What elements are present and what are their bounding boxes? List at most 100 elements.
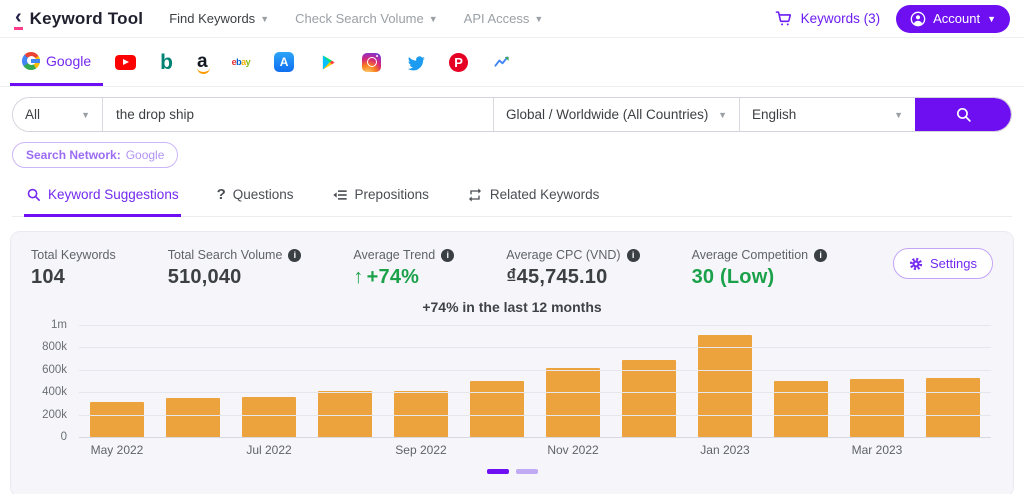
chevron-down-icon: ▼ [260,14,269,24]
bar-slot [763,325,839,437]
platform-tab-youtube[interactable] [103,38,148,86]
tab-keyword-suggestions[interactable]: Keyword Suggestions [24,182,181,217]
platform-tab-google-trends[interactable] [480,38,524,86]
bar-area [79,325,991,437]
language-select[interactable]: English▼ [739,98,915,131]
bar-jan-2023[interactable] [698,335,753,437]
keywords-cart-link[interactable]: Keywords (3) [774,9,881,29]
bar-slot [915,325,991,437]
scope-select[interactable]: All▼ [13,98,103,131]
bar-slot [79,325,155,437]
google-play-icon [318,52,338,72]
search-network-chip[interactable]: Search Network: Google [12,142,178,168]
y-tick-label: 1m [51,319,67,331]
y-tick-label: 400k [42,386,67,398]
header-right: Keywords (3) Account ▼ [774,5,1010,33]
bar-slot [687,325,763,437]
stat-total-search-volume: Total Search Volumei 510,040 [168,248,302,289]
x-tick-label [307,443,383,457]
platform-tab-app-store[interactable]: A [262,38,306,86]
gridline [79,325,991,326]
chevron-down-icon: ▼ [81,110,90,120]
y-tick-label: 800k [42,341,67,353]
platform-tab-amazon[interactable]: a [185,38,220,86]
tab-questions[interactable]: ? Questions [215,182,296,217]
x-tick-label [155,443,231,457]
info-icon[interactable]: i [814,249,827,262]
x-tick-label [915,443,991,457]
bar-oct-2022[interactable] [470,381,525,437]
nav-find-keywords[interactable]: Find Keywords▼ [169,11,269,26]
question-mark-icon: ? [217,186,226,203]
youtube-icon [115,55,136,70]
result-tabs: Keyword Suggestions ? Questions Preposit… [12,182,1012,217]
search-input[interactable] [103,98,493,131]
platform-tab-google[interactable]: Google [10,38,103,86]
info-icon[interactable]: i [288,249,301,262]
bar-apr-2023[interactable] [926,378,981,437]
account-person-icon [910,11,926,27]
main-nav: Find Keywords▼ Check Search Volume▼ API … [169,11,543,26]
bar-slot [535,325,611,437]
settings-button[interactable]: Settings [893,248,993,279]
trend-bar-chart: 1m800k600k400k200k0 May 2022Jul 2022Sep … [31,325,993,461]
app-store-icon: A [274,52,294,72]
bing-icon: b [160,52,173,73]
platform-tab-bing[interactable]: b [148,38,185,86]
gridline [79,437,991,438]
platform-tab-instagram[interactable] [350,38,393,86]
x-tick-label: May 2022 [79,443,155,457]
platform-tab-ebay[interactable]: ebay [220,38,263,86]
bar-feb-2023[interactable] [774,381,829,437]
search-button[interactable] [915,98,1011,131]
arrow-up-icon: ↑ [353,266,363,288]
logo-chevron-icon: ‹ [14,7,23,30]
bar-dec-2022[interactable] [622,360,677,437]
account-button[interactable]: Account ▼ [896,5,1010,33]
nav-check-search-volume[interactable]: Check Search Volume▼ [295,11,438,26]
pinterest-icon: P [449,53,468,72]
platform-tab-google-play[interactable] [306,38,350,86]
gridline [79,347,991,348]
bar-slot [155,325,231,437]
platform-tab-pinterest[interactable]: P [437,38,480,86]
bar-slot [231,325,307,437]
search-icon [26,187,41,202]
list-icon [332,187,348,203]
y-axis: 1m800k600k400k200k0 [31,325,73,437]
tab-related-keywords[interactable]: Related Keywords [465,182,602,217]
keyword-tool-logo[interactable]: ‹ Keyword Tool [14,7,143,30]
bar-slot [611,325,687,437]
top-nav-bar: ‹ Keyword Tool Find Keywords▼ Check Sear… [0,0,1024,38]
google-trends-icon [492,52,512,72]
info-icon[interactable]: i [627,249,640,262]
carousel-dots [31,469,993,474]
tab-prepositions[interactable]: Prepositions [330,182,431,217]
bar-may-2022[interactable] [90,402,145,437]
amazon-icon: a [197,54,208,69]
nav-api-access[interactable]: API Access▼ [464,11,544,26]
location-select[interactable]: Global / Worldwide (All Countries)▼ [493,98,739,131]
x-tick-label: Sep 2022 [383,443,459,457]
bar-mar-2023[interactable] [850,379,905,437]
stat-total-keywords: Total Keywords 104 [31,248,116,289]
bar-nov-2022[interactable] [546,368,601,437]
instagram-icon [362,53,381,72]
carousel-dot-2[interactable] [516,469,538,474]
twitter-icon [405,52,425,72]
chevron-down-icon: ▼ [534,14,543,24]
info-icon[interactable]: i [441,249,454,262]
y-tick-label: 200k [42,409,67,421]
bar-jun-2022[interactable] [166,398,221,437]
overview-panel: Total Keywords 104 Total Search Volumei … [10,231,1014,494]
platform-tab-twitter[interactable] [393,38,437,86]
bar-jul-2022[interactable] [242,397,297,437]
platform-tab-bar: Google b a ebay A P [0,38,1024,87]
chevron-down-icon: ▼ [987,14,996,24]
x-tick-label [763,443,839,457]
y-tick-label: 0 [61,431,67,443]
carousel-dot-1[interactable] [487,469,509,474]
cart-icon [774,9,794,29]
bar-slot [307,325,383,437]
search-bar: All▼ Global / Worldwide (All Countries)▼… [12,97,1012,132]
